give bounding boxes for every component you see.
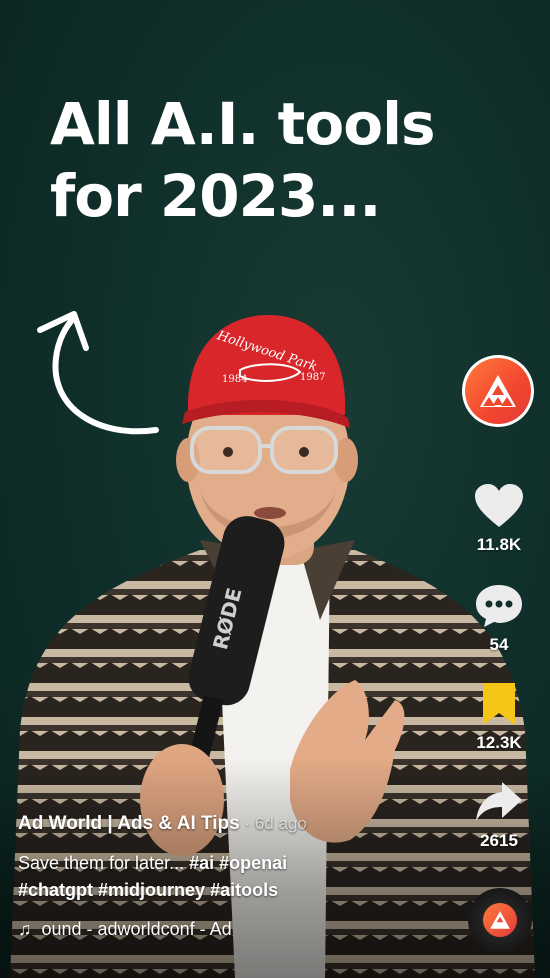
comment-count: 54 [489,635,509,654]
sound-link[interactable]: ♫ ound - adworldconf - Ad [18,918,458,940]
avatar-logo-icon [465,358,531,424]
video-screen[interactable]: All A.I. tools for 2023... Hollywood Par… [0,0,550,978]
svg-text:1987: 1987 [300,372,325,383]
heart-icon [475,484,523,527]
sound-name: ound - adworldconf - Ad [41,919,232,939]
hashtag[interactable]: #midjourney [98,880,205,900]
hashtag[interactable]: #chatgpt [18,880,93,900]
author-name[interactable]: Ad World | Ads & AI Tips [18,813,240,834]
comment-bubble-icon [476,585,522,627]
music-note-icon: ♫ [18,919,32,939]
hashtag[interactable]: #aitools [210,880,278,900]
share-arrow-icon [476,782,522,821]
hashtag[interactable]: #openai [219,853,287,873]
caption-text: Save them for later... #ai #openai #chat… [18,850,458,904]
sound-disc-logo-icon [483,903,517,937]
video-headline: All A.I. tools for 2023... [50,90,435,230]
caption-description: Save them for later... [18,853,185,873]
author-line: Ad World | Ads & AI Tips · 6d ago [18,812,458,836]
creator-avatar[interactable] [462,355,534,427]
like-button[interactable]: 11.8K [462,483,536,555]
post-time: 6d ago [254,814,307,833]
svg-text:1984: 1984 [222,374,247,385]
sound-disc[interactable] [468,888,532,952]
share-button[interactable]: 2615 [462,779,536,851]
hashtag[interactable]: #ai [189,853,214,873]
share-count: 2615 [480,831,518,850]
comment-button[interactable]: 54 [462,583,536,655]
bookmark-icon [483,683,515,725]
save-button[interactable]: 12.3K [462,681,536,753]
separator-dot: · [239,814,255,833]
like-count: 11.8K [476,535,522,554]
save-count: 12.3K [476,733,522,752]
video-caption: Ad World | Ads & AI Tips · 6d ago Save t… [18,812,458,940]
